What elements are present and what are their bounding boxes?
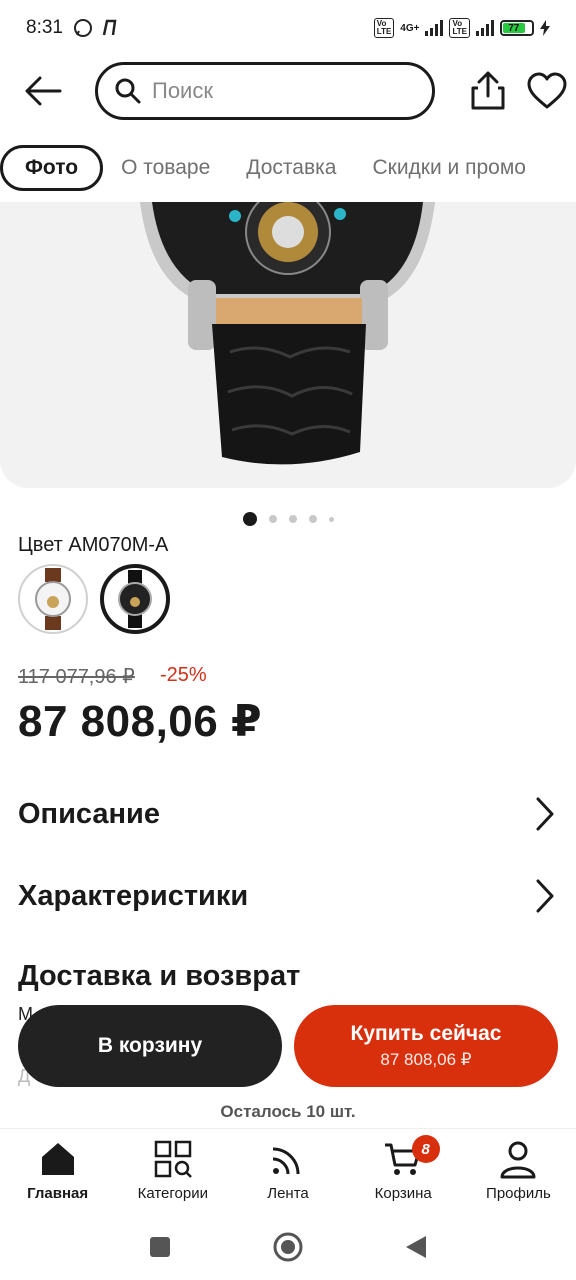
chevron-right-icon — [536, 797, 554, 831]
gallery-dot[interactable] — [242, 512, 257, 526]
profile-icon — [500, 1141, 536, 1179]
nav-feed-label: Лента — [267, 1185, 309, 1202]
home-button-icon[interactable] — [272, 1231, 304, 1263]
color-swatches — [18, 564, 170, 634]
gallery-pagination — [0, 512, 576, 526]
status-time: 8:31 — [26, 17, 63, 38]
battery-icon: 77 — [500, 20, 534, 36]
whatsapp-icon — [73, 19, 92, 37]
favorite-heart-icon[interactable] — [526, 70, 568, 112]
nav-home-label: Главная — [27, 1185, 89, 1202]
gallery-dot[interactable] — [268, 515, 277, 523]
cart-count-badge: 8 — [411, 1135, 440, 1163]
color-swatch-black[interactable] — [100, 564, 170, 634]
description-row[interactable]: Описание — [18, 784, 558, 844]
nav-profile-label: Профиль — [486, 1185, 551, 1202]
watch-thumbnail — [118, 570, 152, 628]
gallery-dot[interactable] — [288, 515, 297, 523]
search-input[interactable]: Поиск — [95, 62, 435, 120]
nav-cart-label: Корзина — [374, 1185, 432, 1202]
nav-home[interactable]: Главная — [0, 1129, 115, 1214]
nav-feed[interactable]: Лента — [230, 1129, 345, 1214]
nav-categories[interactable]: Категории — [115, 1129, 230, 1214]
watch-thumbnail — [35, 568, 71, 630]
description-title: Описание — [18, 797, 160, 830]
specs-row[interactable]: Характеристики — [18, 866, 558, 926]
search-placeholder: Поиск — [152, 78, 213, 103]
network-type: 4G+ — [400, 22, 420, 34]
recent-apps-icon[interactable] — [148, 1235, 172, 1259]
feed-icon — [272, 1147, 300, 1175]
product-image-gallery[interactable] — [0, 202, 576, 488]
status-bar: 8:31 Vo LTE 4G+ Vo LTE 77 — [0, 0, 576, 56]
tab-photo[interactable]: Фото — [0, 145, 104, 191]
bottom-navigation: Главная Категории Лента 8 Корзина Профил… — [0, 1128, 576, 1214]
share-icon[interactable] — [468, 70, 508, 112]
section-tabs: Фото О товаре Доставка Скидки и промо — [0, 144, 576, 192]
tab-delivery[interactable]: Доставка — [228, 145, 354, 191]
search-icon — [115, 78, 141, 104]
gallery-dot[interactable] — [308, 515, 317, 523]
nav-profile[interactable]: Профиль — [461, 1129, 576, 1214]
discount-badge: -25% — [160, 664, 207, 686]
tab-about[interactable]: О товаре — [103, 145, 228, 191]
signal-icon — [425, 20, 444, 36]
delivery-title: Доставка и возврат — [18, 960, 301, 992]
color-swatch-white[interactable] — [18, 564, 88, 634]
charging-icon — [540, 20, 550, 36]
back-arrow-icon[interactable] — [22, 70, 64, 112]
buy-now-label: Купить сейчас — [350, 1022, 502, 1045]
app-notification-icon — [102, 19, 117, 36]
old-price: 117 077,96 ₽ — [18, 666, 135, 688]
add-to-cart-label: В корзину — [97, 1034, 203, 1057]
product-watch-image — [140, 202, 435, 465]
top-bar: Поиск — [0, 60, 576, 124]
buy-now-price: 87 808,06 ₽ — [380, 1050, 472, 1069]
add-to-cart-button[interactable]: В корзину — [18, 1005, 282, 1087]
color-label: Цвет AM070M-A — [18, 534, 169, 556]
tab-discounts[interactable]: Скидки и промо — [354, 145, 544, 191]
buy-now-button[interactable]: Купить сейчас 87 808,06 ₽ — [294, 1005, 558, 1087]
nav-cart[interactable]: 8 Корзина — [346, 1129, 461, 1214]
stock-remaining: Осталось 10 шт. — [220, 1102, 356, 1121]
gallery-dot[interactable] — [328, 516, 334, 522]
volte-icon: Vo LTE — [373, 18, 395, 38]
system-navigation — [0, 1214, 576, 1280]
back-button-icon[interactable] — [404, 1234, 428, 1260]
specs-title: Характеристики — [18, 879, 249, 912]
current-price: 87 808,06 ₽ — [18, 697, 263, 746]
volte-icon-2: Vo LTE — [449, 18, 470, 38]
categories-icon — [154, 1140, 192, 1178]
home-icon — [41, 1143, 74, 1175]
chevron-right-icon — [536, 879, 554, 913]
signal-icon-2 — [476, 20, 494, 36]
nav-categories-label: Категории — [137, 1185, 208, 1202]
